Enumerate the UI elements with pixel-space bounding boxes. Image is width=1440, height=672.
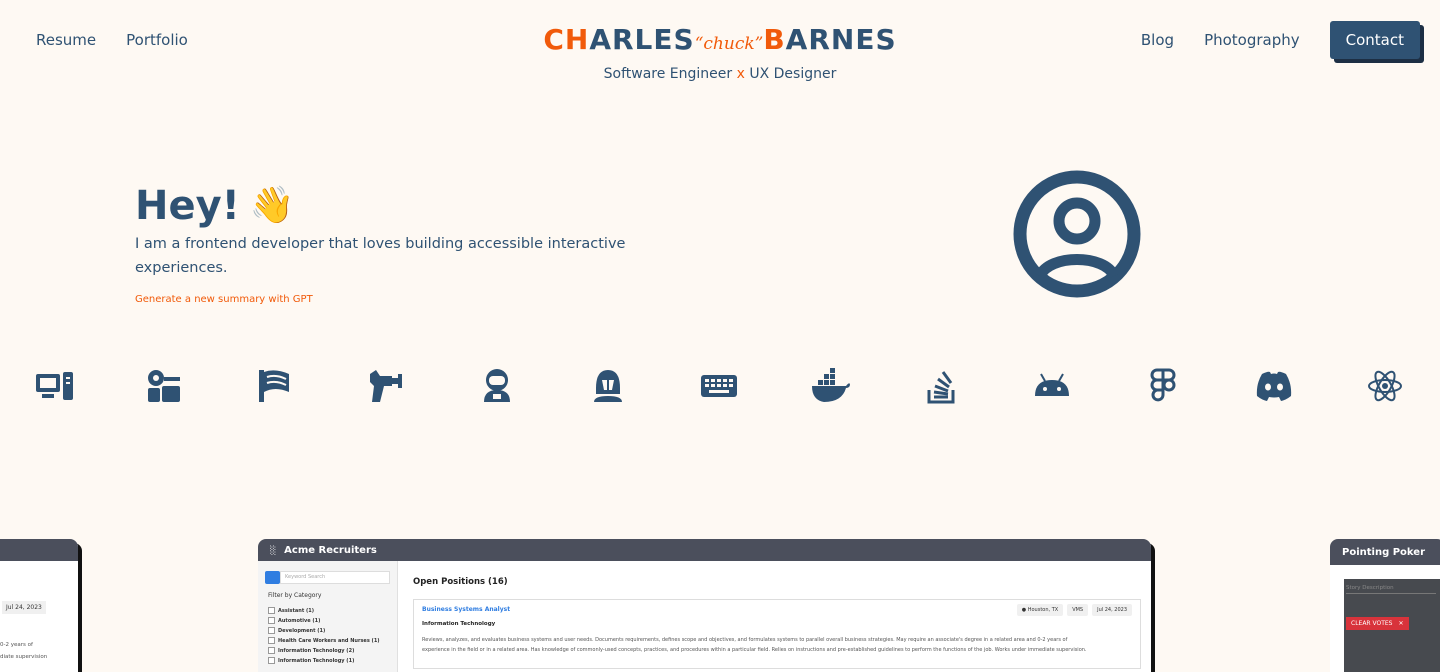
checkbox-icon[interactable] — [268, 647, 275, 654]
card-titlebar: ░ Acme Recruiters — [258, 539, 1151, 561]
astronaut-icon — [475, 366, 519, 406]
category-checkbox[interactable]: Information Technology (2) — [268, 647, 397, 654]
job-desc-line: diate supervision — [0, 654, 48, 660]
type-tag: VMS — [1067, 604, 1089, 616]
card-titlebar — [0, 539, 78, 561]
nav-blog-link[interactable]: Blog — [1141, 31, 1174, 49]
open-positions-heading: Open Positions (16) — [413, 577, 508, 587]
checkbox-icon[interactable] — [268, 657, 275, 664]
location-label: Houston, TX — [1027, 607, 1059, 613]
portfolio-card-acme-recruiters[interactable]: ░ Acme Recruiters Keyword Search Filter … — [258, 539, 1151, 672]
nav-photography-link[interactable]: Photography — [1204, 31, 1300, 49]
category-checkbox[interactable]: Assistant (1) — [268, 607, 397, 614]
figma-icon — [1141, 366, 1185, 406]
category-checkbox[interactable]: Development (1) — [268, 627, 397, 634]
job-description: Reviews, analyzes, and evaluates busines… — [422, 635, 1132, 655]
job-desc-fragment: 0-2 years of diate supervision — [0, 639, 47, 663]
close-icon: ✕ — [1398, 620, 1404, 627]
brand-last-rest: ARNES — [785, 23, 897, 56]
card-title: Acme Recruiters — [284, 544, 377, 556]
checkbox-icon[interactable] — [268, 627, 275, 634]
checkbox-icon[interactable] — [268, 607, 275, 614]
job-date-tag: Jul 24, 2023 — [2, 601, 46, 614]
category-label: Development (1) — [278, 627, 326, 634]
clear-votes-button[interactable]: CLEAR VOTES ✕ — [1346, 617, 1409, 630]
hero: Hey! 👋 I am a frontend developer that lo… — [135, 180, 655, 305]
react-icon — [1363, 366, 1407, 406]
docker-icon — [808, 366, 852, 406]
category-label: Health Care Workers and Nurses (1) — [278, 637, 380, 644]
job-listing[interactable]: Business Systems Analyst ● Houston, TX V… — [413, 599, 1141, 669]
keyboard-icon — [697, 366, 741, 406]
flag-icon — [253, 366, 297, 406]
category-label: Automotive (1) — [278, 617, 321, 624]
job-category: Information Technology — [422, 621, 496, 627]
brand-subtitle: Software Engineer x UX Designer — [0, 66, 1440, 82]
category-label: Information Technology (1) — [278, 657, 355, 664]
positions-content: Open Positions (16) Business Systems Ana… — [413, 561, 1141, 672]
category-checkbox[interactable]: Information Technology (1) — [268, 657, 397, 664]
card-title: Pointing Poker — [1342, 546, 1426, 558]
checkbox-icon[interactable] — [268, 617, 275, 624]
bar-chart-icon: ░ — [270, 545, 277, 555]
search-bar: Keyword Search — [265, 571, 397, 584]
brand-last-initial: B — [763, 23, 786, 56]
computer-icon — [32, 366, 76, 406]
brand-first-initials: CH — [543, 23, 590, 56]
portfolio-card-pointing-poker[interactable]: Pointing Poker Story Description CLEAR V… — [1330, 539, 1440, 672]
hero-title: Hey! 👋 — [135, 180, 655, 232]
helmet-icon — [586, 366, 630, 406]
checkbox-icon[interactable] — [268, 637, 275, 644]
job-desc-line: 0-2 years of — [0, 642, 33, 648]
brand-nickname: “chuck” — [694, 34, 764, 54]
story-description-input[interactable]: Story Description — [1346, 585, 1436, 594]
subtitle-role-1: Software Engineer — [603, 66, 733, 82]
date-tag: Jul 24, 2023 — [1092, 604, 1132, 616]
coffee-maker-icon — [142, 366, 186, 406]
keyword-search-input[interactable]: Keyword Search — [280, 571, 390, 584]
job-tags: ● Houston, TX VMS Jul 24, 2023 — [1016, 604, 1132, 616]
subtitle-x: x — [736, 66, 745, 82]
subtitle-role-2: UX Designer — [749, 66, 837, 82]
card-titlebar: Pointing Poker — [1330, 539, 1440, 565]
portfolio-card-left[interactable]: Jul 24, 2023 0-2 years of diate supervis… — [0, 539, 78, 672]
brand-first-rest: ARLES — [589, 23, 695, 56]
category-checkbox[interactable]: Health Care Workers and Nurses (1) — [268, 637, 397, 644]
android-icon — [1030, 366, 1074, 406]
location-tag: ● Houston, TX — [1016, 604, 1064, 616]
filter-label: Filter by Category — [268, 592, 322, 599]
discord-icon — [1252, 366, 1296, 406]
filter-sidebar: Keyword Search Filter by Category Assist… — [258, 561, 398, 672]
wave-icon: 👋 — [249, 185, 295, 226]
stack-overflow-icon — [919, 366, 963, 406]
job-desc-line: experience in the field or in a related … — [422, 647, 1087, 653]
user-avatar-icon — [1013, 170, 1141, 298]
tech-icon-row — [30, 366, 1420, 406]
job-desc-line: Reviews, analyzes, and evaluates busines… — [422, 637, 1068, 643]
contact-button[interactable]: Contact — [1329, 21, 1420, 59]
generate-summary-link[interactable]: Generate a new summary with GPT — [135, 294, 655, 305]
category-label: Assistant (1) — [278, 607, 315, 614]
search-icon[interactable] — [265, 571, 280, 584]
category-label: Information Technology (2) — [278, 647, 355, 654]
hero-summary: I am a frontend developer that loves bui… — [135, 236, 626, 276]
hero-greeting: Hey! — [135, 183, 240, 229]
raygun-icon — [364, 366, 408, 406]
nav-right: Blog Photography Contact — [1141, 21, 1420, 59]
category-checkbox[interactable]: Automotive (1) — [268, 617, 397, 624]
clear-votes-label: CLEAR VOTES — [1351, 620, 1393, 627]
